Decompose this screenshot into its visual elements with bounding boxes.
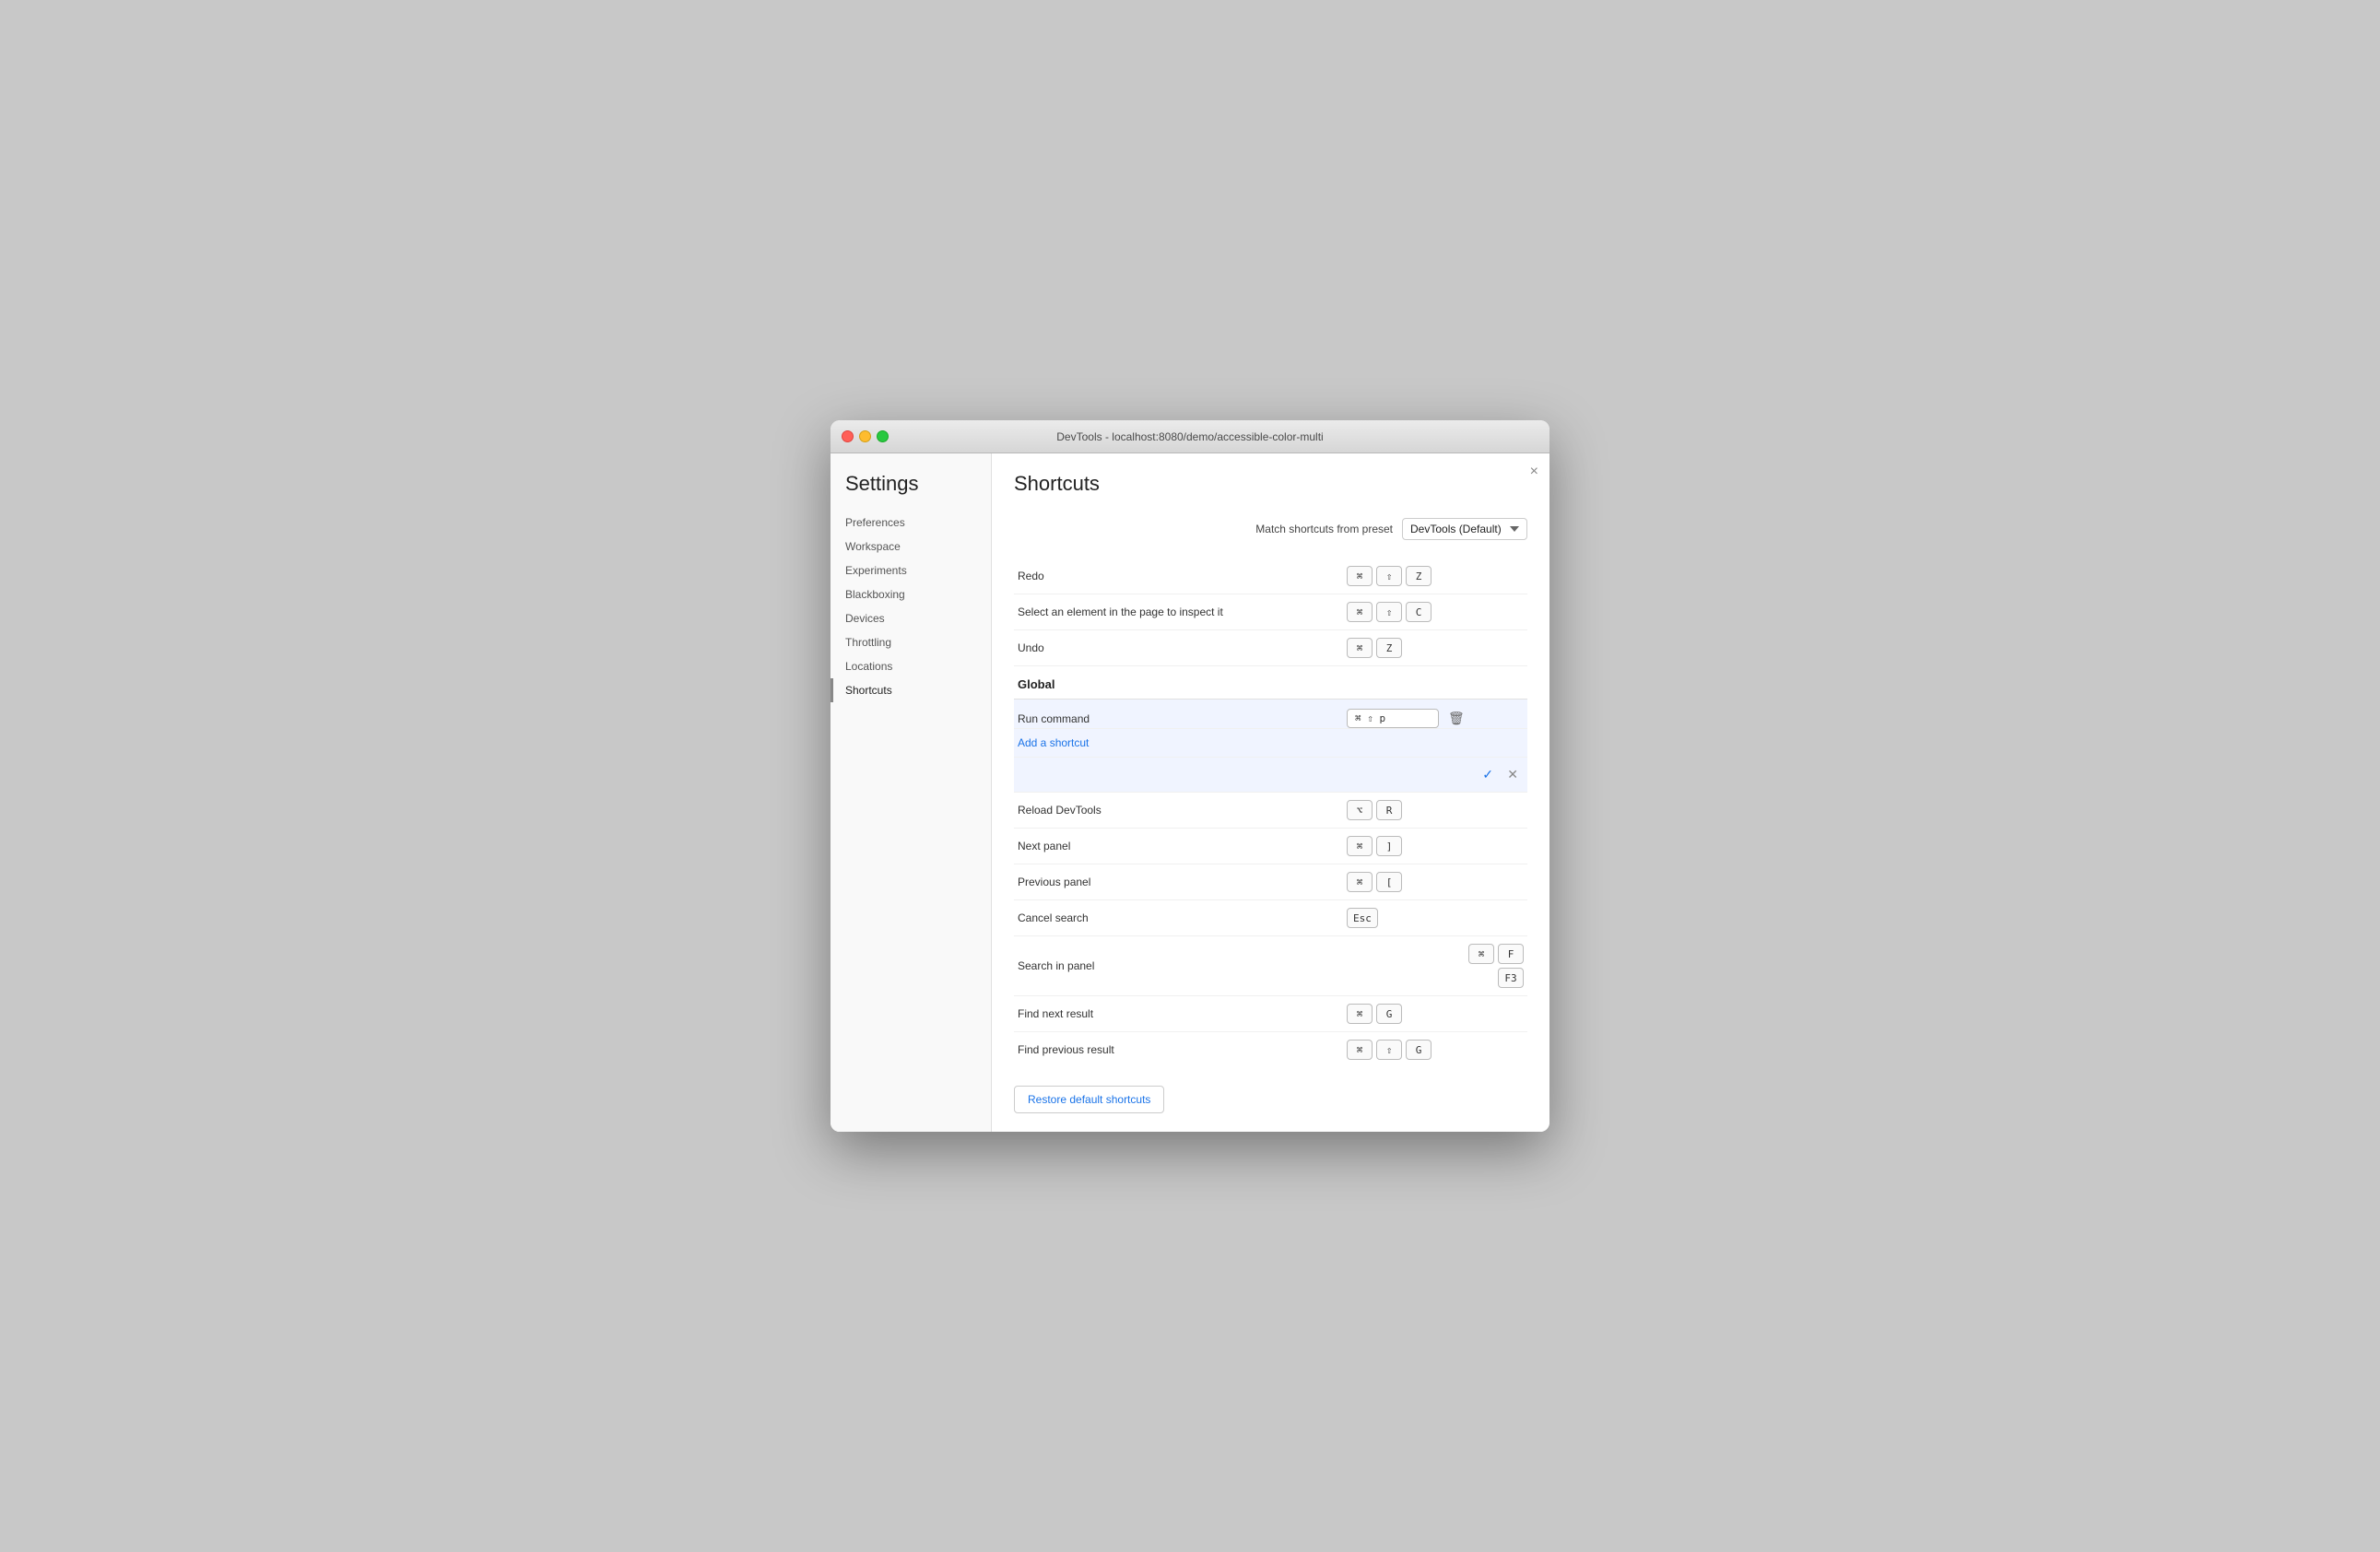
shortcut-keys: Esc <box>1343 900 1527 936</box>
table-row-confirm-cancel: ✓ ✕ <box>1014 758 1527 793</box>
key-badge: ⇧ <box>1376 602 1402 622</box>
close-button[interactable] <box>842 430 854 442</box>
shortcut-keys: ⌘ Z <box>1343 630 1527 666</box>
table-row: Redo ⌘ ⇧ Z <box>1014 558 1527 594</box>
shortcut-keys-editing: 🗑 <box>1343 700 1527 729</box>
key-badge: [ <box>1376 872 1402 892</box>
key-badge: ⇧ <box>1376 1040 1402 1060</box>
sidebar-item-experiments[interactable]: Experiments <box>831 558 991 582</box>
close-panel-button[interactable]: × <box>1530 464 1538 479</box>
table-row: Select an element in the page to inspect… <box>1014 594 1527 630</box>
table-row: Find previous result ⌘ ⇧ G <box>1014 1032 1527 1068</box>
page-title: Shortcuts <box>1014 472 1100 496</box>
shortcut-name: Cancel search <box>1014 900 1343 936</box>
confirm-cancel-cell: ✓ ✕ <box>1343 758 1527 793</box>
key-badge: Z <box>1376 638 1402 658</box>
key-badge: ⇧ <box>1376 566 1402 586</box>
key-badge: ⌘ <box>1347 872 1373 892</box>
sidebar-item-blackboxing[interactable]: Blackboxing <box>831 582 991 606</box>
sidebar-item-locations[interactable]: Locations <box>831 654 991 678</box>
shortcut-name: Reload DevTools <box>1014 793 1343 829</box>
main-header: Shortcuts <box>1014 472 1527 496</box>
window-title: DevTools - localhost:8080/demo/accessibl… <box>1056 430 1323 443</box>
shortcut-name: Find previous result <box>1014 1032 1343 1068</box>
preset-row: Match shortcuts from preset DevTools (De… <box>1014 518 1527 540</box>
cancel-edit-button[interactable]: ✕ <box>1502 765 1524 784</box>
sidebar: Settings Preferences Workspace Experimen… <box>831 453 992 1132</box>
key-badge: Esc <box>1347 908 1378 928</box>
content-area: Settings Preferences Workspace Experimen… <box>831 453 1549 1132</box>
titlebar: DevTools - localhost:8080/demo/accessibl… <box>831 420 1549 453</box>
key-badge: ] <box>1376 836 1402 856</box>
table-row-add-shortcut: Add a shortcut <box>1014 729 1527 758</box>
key-badge: C <box>1406 602 1432 622</box>
restore-defaults-button[interactable]: Restore default shortcuts <box>1014 1086 1164 1113</box>
traffic-lights <box>842 430 889 442</box>
main-panel: × Shortcuts Match shortcuts from preset … <box>992 453 1549 1132</box>
key-badge: ⌘ <box>1347 566 1373 586</box>
key-badge: Z <box>1406 566 1432 586</box>
add-shortcut-link[interactable]: Add a shortcut <box>1018 736 1089 749</box>
shortcut-keys: ⌘ ⇧ C <box>1343 594 1527 630</box>
maximize-button[interactable] <box>877 430 889 442</box>
table-row: Next panel ⌘ ] <box>1014 829 1527 864</box>
sidebar-item-throttling[interactable]: Throttling <box>831 630 991 654</box>
key-badge: F3 <box>1498 968 1524 988</box>
delete-shortcut-button[interactable]: 🗑 <box>1444 709 1468 728</box>
key-badge: R <box>1376 800 1402 820</box>
shortcut-name: Search in panel <box>1014 936 1343 996</box>
shortcut-name: Find next result <box>1014 996 1343 1032</box>
shortcut-name: Undo <box>1014 630 1343 666</box>
section-title: Global <box>1014 666 1527 700</box>
key-badge: ⌘ <box>1347 602 1373 622</box>
sidebar-item-devices[interactable]: Devices <box>831 606 991 630</box>
key-badge: G <box>1376 1004 1402 1024</box>
sidebar-item-workspace[interactable]: Workspace <box>831 535 991 558</box>
sidebar-item-preferences[interactable]: Preferences <box>831 511 991 535</box>
shortcut-keys: ⌘ G <box>1343 996 1527 1032</box>
confirm-edit-button[interactable]: ✓ <box>1477 765 1499 784</box>
minimize-button[interactable] <box>859 430 871 442</box>
shortcut-keys: ⌘ ⇧ G <box>1343 1032 1527 1068</box>
add-shortcut-cell: Add a shortcut <box>1014 729 1527 758</box>
shortcut-keys: ⌘ ] <box>1343 829 1527 864</box>
shortcut-keys: ⌘ F F3 <box>1343 936 1527 996</box>
table-row: Previous panel ⌘ [ <box>1014 864 1527 900</box>
table-row-run-command: Run command 🗑 <box>1014 700 1527 729</box>
table-row: Find next result ⌘ G <box>1014 996 1527 1032</box>
table-row: Cancel search Esc <box>1014 900 1527 936</box>
sidebar-heading: Settings <box>831 472 991 511</box>
section-header-global: Global <box>1014 666 1527 700</box>
preset-label: Match shortcuts from preset <box>1255 523 1393 535</box>
key-badge: G <box>1406 1040 1432 1060</box>
key-badge: ⌥ <box>1347 800 1373 820</box>
table-row: Reload DevTools ⌥ R <box>1014 793 1527 829</box>
shortcut-name: Select an element in the page to inspect… <box>1014 594 1343 630</box>
shortcut-name: Redo <box>1014 558 1343 594</box>
devtools-window: DevTools - localhost:8080/demo/accessibl… <box>831 420 1549 1132</box>
shortcut-name: Run command <box>1014 700 1343 729</box>
sidebar-item-shortcuts[interactable]: Shortcuts <box>831 678 991 702</box>
table-row: Undo ⌘ Z <box>1014 630 1527 666</box>
shortcut-keys: ⌥ R <box>1343 793 1527 829</box>
key-badge: ⌘ <box>1347 638 1373 658</box>
key-input[interactable] <box>1347 709 1439 728</box>
shortcut-name: Previous panel <box>1014 864 1343 900</box>
shortcut-keys: ⌘ [ <box>1343 864 1527 900</box>
table-row: Search in panel ⌘ F F3 <box>1014 936 1527 996</box>
preset-select[interactable]: DevTools (Default) Visual Studio Code <box>1402 518 1527 540</box>
shortcut-name: Next panel <box>1014 829 1343 864</box>
key-badge: F <box>1498 944 1524 964</box>
key-badge: ⌘ <box>1347 1004 1373 1024</box>
key-badge: ⌘ <box>1347 1040 1373 1060</box>
shortcut-keys: ⌘ ⇧ Z <box>1343 558 1527 594</box>
key-badge: ⌘ <box>1468 944 1494 964</box>
key-badge: ⌘ <box>1347 836 1373 856</box>
shortcuts-table: Redo ⌘ ⇧ Z Select an element in the page… <box>1014 558 1527 1067</box>
